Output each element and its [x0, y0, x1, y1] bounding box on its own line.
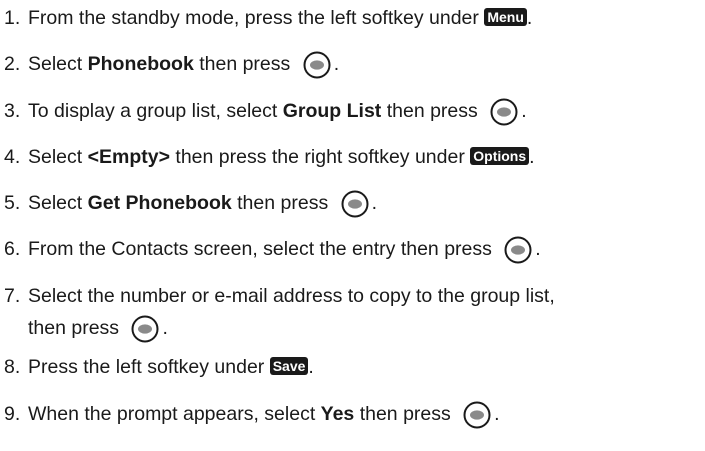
step-text: . [494, 403, 500, 425]
step-text: From the Contacts screen, select the ent… [28, 238, 498, 260]
step-item: 2. Select Phonebook then press . [4, 48, 704, 80]
step-item: 3. To display a group list, select Group … [4, 95, 704, 127]
bold-term: Group List [282, 100, 382, 122]
step-number: 5. [4, 192, 21, 214]
center-select-key-icon [487, 98, 521, 126]
step-item: 9. When the prompt appears, select Yes th… [4, 398, 704, 430]
step-item: 1. From the standby mode, press the left … [4, 2, 704, 34]
step-item: 5. Select Get Phonebook then press . [4, 187, 704, 219]
step-item: 8. Press the left softkey under Save. [4, 351, 704, 383]
step-number: 1. [4, 7, 21, 29]
step-text: . [308, 356, 314, 378]
step-text: . [521, 100, 527, 122]
bold-term: Yes [320, 403, 355, 425]
step-text: . [162, 317, 168, 339]
step-text: . [526, 7, 533, 29]
step-number: 3. [4, 100, 21, 122]
center-select-key-icon [460, 401, 494, 429]
step-text: . [371, 192, 378, 214]
step-text: To display a group list, select [28, 100, 283, 122]
step-text: Press the left softkey under [28, 356, 270, 378]
step-number: 9. [4, 403, 21, 425]
center-select-key-icon [300, 51, 334, 79]
step-item: 7. Select the number or e-mail address to… [4, 280, 704, 344]
step-text: Select [28, 53, 88, 75]
step-continuation: then press . [4, 312, 704, 344]
step-text: then press [193, 53, 296, 75]
center-select-key-icon [501, 236, 535, 264]
step-text: . [535, 238, 541, 260]
save-softkey-label: Save [269, 357, 309, 375]
step-number: 4. [4, 146, 21, 168]
step-text: then press [28, 317, 125, 339]
step-item: 4. Select <Empty> then press the right so… [4, 141, 704, 173]
step-number: 8. [4, 356, 21, 378]
step-text: Select [28, 192, 88, 214]
bold-term: <Empty> [87, 146, 170, 168]
bold-term: Phonebook [87, 53, 194, 75]
step-text: From the standby mode, press the left so… [28, 7, 485, 29]
step-number: 6. [4, 238, 21, 260]
step-text: then press the right softkey under [170, 146, 471, 168]
bold-term: Get Phonebook [87, 192, 232, 214]
step-text: . [333, 53, 340, 75]
center-select-key-icon [128, 315, 162, 343]
step-text: then press [354, 403, 457, 425]
center-select-key-icon [338, 190, 372, 218]
menu-softkey-label: Menu [484, 8, 527, 26]
step-text: . [529, 146, 535, 168]
step-item: 6. From the Contacts screen, select the e… [4, 233, 704, 265]
step-text: Select the number or e-mail address to c… [28, 285, 555, 307]
step-text: then press [231, 192, 334, 214]
step-text: Select [28, 146, 88, 168]
step-text: then press [381, 100, 484, 122]
options-softkey-label: Options [470, 147, 530, 165]
step-text: When the prompt appears, select [28, 403, 321, 425]
step-number: 2. [4, 53, 21, 75]
step-number: 7. [4, 285, 21, 307]
